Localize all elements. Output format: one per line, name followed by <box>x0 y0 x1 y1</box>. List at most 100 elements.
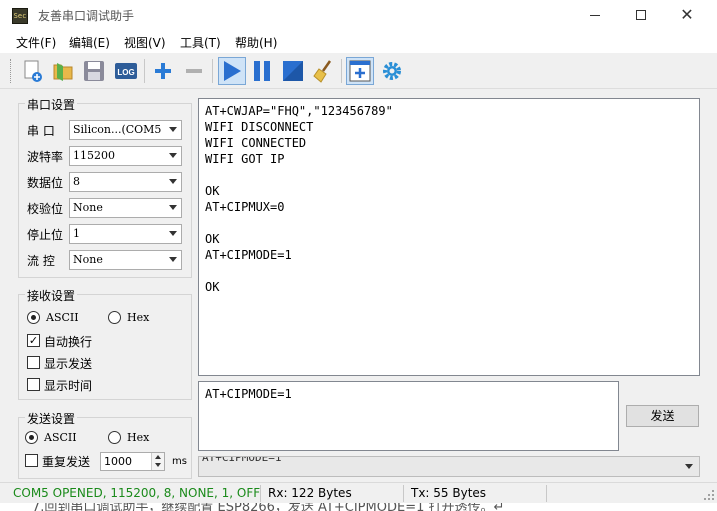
window-title: 友善串口调试助手 <box>38 9 135 23</box>
app-window: Sec 友善串口调试助手 ✕ 文件(F) 编辑(E) 视图(V) 工具(T) 帮… <box>0 0 717 511</box>
stopbits-select[interactable]: 1 <box>69 224 182 244</box>
open-folder-icon[interactable] <box>49 57 77 85</box>
title-bar[interactable]: Sec 友善串口调试助手 ✕ <box>0 0 717 31</box>
chevron-down-icon[interactable] <box>155 463 161 467</box>
chevron-up-icon[interactable] <box>155 455 161 459</box>
send-button[interactable]: 发送 <box>626 405 699 427</box>
maximize-button[interactable] <box>618 0 664 31</box>
baud-value: 115200 <box>73 149 115 162</box>
status-bar: COM5 OPENED, 115200, 8, NONE, 1, OFF Rx:… <box>0 482 717 503</box>
new-file-icon[interactable] <box>19 57 47 85</box>
flowcontrol-value: None <box>73 253 103 266</box>
databits-select[interactable]: 8 <box>69 172 182 192</box>
add-window-icon[interactable] <box>346 57 374 85</box>
send-ascii-radio[interactable] <box>25 431 38 444</box>
play-icon[interactable] <box>218 57 246 85</box>
receive-settings-group: 接收设置 ASCII Hex ✓ 自动换行 显示发送 显示时间 <box>18 287 192 400</box>
chevron-down-icon <box>169 257 177 262</box>
close-icon: ✕ <box>680 5 694 24</box>
interval-stepper[interactable]: 1000 <box>100 452 165 471</box>
serial-settings-title: 串口设置 <box>25 96 78 113</box>
background-document: 7.回到串口调试助手，继续配置 ESP8266，发送 AT+CIPMODE=1 … <box>0 503 717 511</box>
resize-grip-icon[interactable] <box>703 489 715 501</box>
remove-icon[interactable] <box>180 57 208 85</box>
menu-view[interactable]: 视图(V) <box>124 34 166 51</box>
send-hex-radio[interactable] <box>108 431 121 444</box>
parity-label: 校验位 <box>27 202 64 216</box>
stopbits-label: 停止位 <box>27 228 64 242</box>
show-send-label: 显示发送 <box>44 357 93 371</box>
minimize-button[interactable] <box>572 0 618 31</box>
receive-hex-radio[interactable] <box>108 311 121 324</box>
show-send-checkbox[interactable] <box>27 356 40 369</box>
flowcontrol-label: 流 控 <box>27 254 55 268</box>
receive-hex-label: Hex <box>127 311 150 324</box>
clear-broom-icon[interactable] <box>310 57 338 85</box>
databits-value: 8 <box>73 175 80 188</box>
menu-tools[interactable]: 工具(T) <box>180 34 221 51</box>
status-divider <box>260 485 261 502</box>
repeat-send-checkbox[interactable] <box>25 454 38 467</box>
close-button[interactable]: ✕ <box>664 0 710 31</box>
menu-file[interactable]: 文件(F) <box>16 34 56 51</box>
show-time-checkbox[interactable] <box>27 378 40 391</box>
interval-value: 1000 <box>104 455 132 468</box>
toolbar: LOG <box>0 53 717 89</box>
port-value: Silicon...(COM5 <box>73 123 162 136</box>
send-ascii-label: ASCII <box>44 431 77 444</box>
toolbar-separator <box>144 59 145 83</box>
parity-value: None <box>73 201 103 214</box>
baud-select[interactable]: 115200 <box>69 146 182 166</box>
receive-ascii-radio[interactable] <box>27 311 40 324</box>
chevron-down-icon <box>169 231 177 236</box>
repeat-send-label: 重复发送 <box>42 455 91 469</box>
log-icon[interactable]: LOG <box>112 57 140 85</box>
chevron-down-icon <box>169 179 177 184</box>
show-time-label: 显示时间 <box>44 379 93 393</box>
interval-unit-label: ms <box>172 456 187 467</box>
send-hex-label: Hex <box>127 431 150 444</box>
send-textarea[interactable]: AT+CIPMODE=1 <box>198 381 619 451</box>
baud-label: 波特率 <box>27 150 64 164</box>
stepper-buttons[interactable] <box>151 453 164 470</box>
flowcontrol-select[interactable]: None <box>69 250 182 270</box>
tx-count: Tx: 55 Bytes <box>411 486 487 500</box>
rx-count: Rx: 122 Bytes <box>268 486 352 500</box>
stopbits-value: 1 <box>73 227 80 240</box>
receive-textarea[interactable]: AT+CWJAP="FHQ","123456789" WIFI DISCONNE… <box>198 98 700 376</box>
app-logo-icon: Sec <box>12 8 28 24</box>
auto-wrap-label: 自动换行 <box>44 335 93 349</box>
serial-settings-group: 串口设置 串 口 Silicon...(COM5 波特率 115200 数据位 … <box>18 96 192 278</box>
stop-icon[interactable] <box>279 57 307 85</box>
port-status: COM5 OPENED, 115200, 8, NONE, 1, OFF <box>13 486 261 500</box>
chevron-down-icon <box>169 127 177 132</box>
menu-help[interactable]: 帮助(H) <box>235 34 277 51</box>
auto-wrap-checkbox[interactable]: ✓ <box>27 334 40 347</box>
port-label: 串 口 <box>27 124 55 138</box>
status-divider <box>546 485 547 502</box>
background-document-text: 7.回到串口调试助手，继续配置 ESP8266，发送 AT+CIPMODE=1 … <box>32 503 505 511</box>
maximize-icon <box>636 10 646 20</box>
toolbar-separator <box>341 59 342 83</box>
add-icon[interactable] <box>149 57 177 85</box>
parity-select[interactable]: None <box>69 198 182 218</box>
minimize-icon <box>590 14 600 16</box>
send-history-select[interactable]: AT+CIPMODE=1 <box>198 456 700 477</box>
toolbar-grip[interactable] <box>10 59 13 83</box>
chevron-down-icon <box>169 153 177 158</box>
receive-ascii-label: ASCII <box>46 311 79 324</box>
menu-edit[interactable]: 编辑(E) <box>69 34 110 51</box>
send-settings-title: 发送设置 <box>25 410 78 427</box>
gear-icon[interactable] <box>378 57 406 85</box>
chevron-down-icon <box>685 464 693 469</box>
log-label: LOG <box>117 68 134 77</box>
save-icon[interactable] <box>80 57 108 85</box>
port-select[interactable]: Silicon...(COM5 <box>69 120 182 140</box>
chevron-down-icon <box>169 205 177 210</box>
databits-label: 数据位 <box>27 176 64 190</box>
menu-bar: 文件(F) 编辑(E) 视图(V) 工具(T) 帮助(H) <box>0 31 717 53</box>
toolbar-separator <box>212 59 213 83</box>
pause-icon[interactable] <box>248 57 276 85</box>
receive-settings-title: 接收设置 <box>25 287 78 304</box>
send-history-value: AT+CIPMODE=1 <box>202 456 282 464</box>
